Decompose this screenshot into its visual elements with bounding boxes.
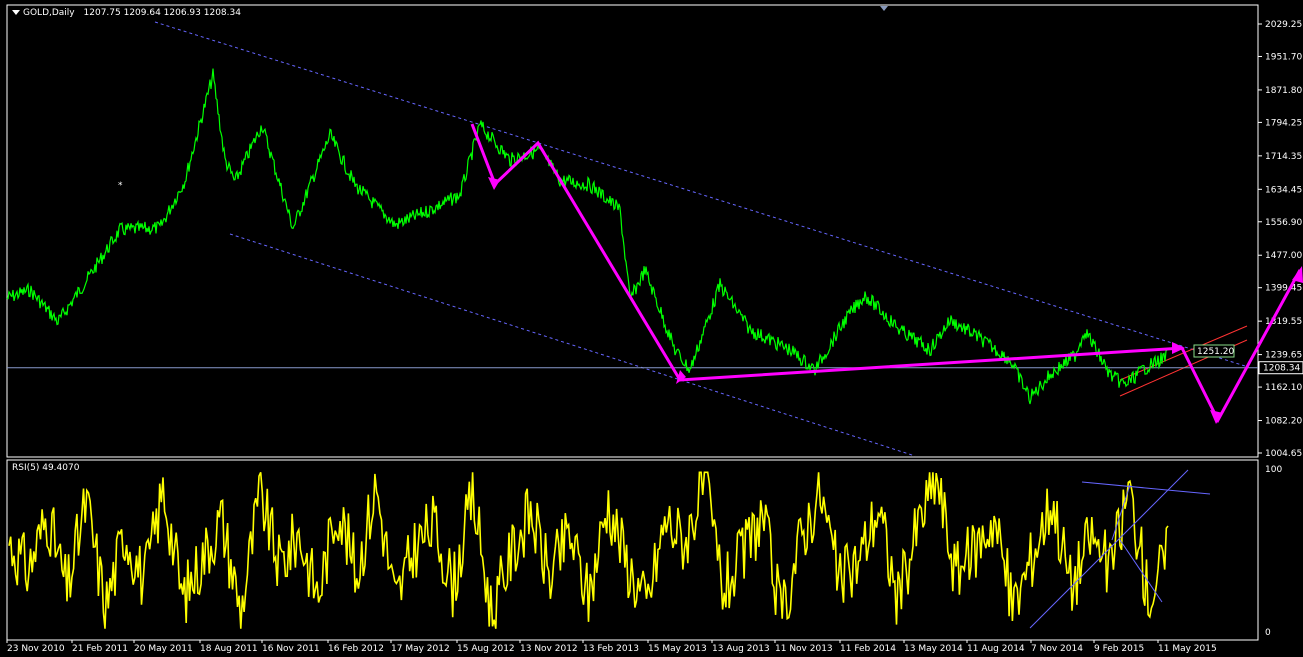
- symbol-label: GOLD,Daily: [23, 8, 75, 18]
- lower-channel-line: [229, 233, 916, 457]
- price-tick-label: 1871.80: [1265, 86, 1302, 96]
- date-axis-label: 16 Feb 2012: [328, 644, 384, 654]
- price-tick-label: 1477.00: [1265, 251, 1302, 261]
- price-marker-star: *: [118, 181, 123, 191]
- date-axis-label: 15 Aug 2012: [457, 644, 515, 654]
- chart-canvas[interactable]: 2029.25 1951.70 1871.80 1794.25 1714.35 1634.…: [0, 0, 1303, 657]
- projection-path: [470, 123, 1302, 424]
- rsi-trendline-falling: [1119, 539, 1163, 603]
- price-series-line: [6, 68, 1168, 405]
- price-tick-label: 1399.45: [1265, 284, 1302, 294]
- price-tick-label: 1556.90: [1265, 218, 1302, 228]
- annotation-label: 1251.20: [1197, 347, 1234, 357]
- date-axis-label: 11 Nov 2013: [775, 644, 833, 654]
- price-tick-label: 1951.70: [1265, 52, 1302, 62]
- price-tick-label: 1004.65: [1265, 449, 1302, 459]
- chart-header: GOLD,Daily 1207.75 1209.64 1206.93 1208.…: [12, 8, 241, 18]
- rsi-panel-frame: [6, 459, 1259, 641]
- price-tick-label: 1082.20: [1265, 417, 1302, 427]
- date-axis-label: 17 May 2012: [391, 644, 450, 654]
- dropdown-triangle-icon[interactable]: [12, 10, 20, 15]
- date-axis-label: 23 Nov 2010: [7, 644, 65, 654]
- rsi-trendline-rising: [1029, 469, 1189, 629]
- date-axis-label: 13 Nov 2012: [520, 644, 578, 654]
- price-tick-label: 2029.25: [1265, 20, 1302, 30]
- date-axis-label: 11 Feb 2014: [840, 644, 896, 654]
- shift-marker-icon: [880, 6, 888, 11]
- current-price-label: 1208.34: [1263, 364, 1300, 374]
- rsi-trendline-small: [1111, 484, 1131, 541]
- rsi-series-line: [8, 471, 1169, 629]
- price-tick-label: 1714.35: [1265, 152, 1302, 162]
- date-axis-label: 16 Nov 2011: [262, 644, 320, 654]
- upper-channel-line: [154, 21, 1246, 367]
- date-axis-label: 21 Feb 2011: [72, 644, 128, 654]
- date-axis-label: 11 Aug 2014: [967, 644, 1025, 654]
- date-axis-label: 9 Feb 2015: [1094, 644, 1144, 654]
- ohlc-values: 1207.75 1209.64 1206.93 1208.34: [83, 8, 241, 18]
- date-axis-label: 18 Aug 2011: [200, 644, 258, 654]
- price-tick-label: 1634.45: [1265, 185, 1302, 195]
- price-tick-label: 1794.25: [1265, 118, 1302, 128]
- date-axis-label: 15 May 2013: [648, 644, 707, 654]
- date-axis-label: 13 Aug 2013: [712, 644, 770, 654]
- date-axis-label: 20 May 2011: [134, 644, 193, 654]
- terminal-chart-window: 2029.25 1951.70 1871.80 1794.25 1714.35 1634.…: [0, 0, 1303, 657]
- price-panel-frame: [6, 4, 1259, 458]
- date-axis-label: 11 May 2015: [1158, 644, 1217, 654]
- rsi-scale-top: 100: [1265, 465, 1282, 475]
- price-tick-label: 1239.65: [1265, 351, 1302, 361]
- date-axis-label: 7 Nov 2014: [1031, 644, 1083, 654]
- rsi-trendline-top: [1081, 481, 1211, 495]
- price-tick-label: 1162.10: [1265, 383, 1302, 393]
- rsi-label: RSI(5) 49.4070: [12, 463, 80, 473]
- rsi-scale-bottom: 0: [1265, 628, 1271, 638]
- date-axis-label: 13 Feb 2013: [583, 644, 639, 654]
- date-axis-label: 13 May 2014: [904, 644, 963, 654]
- rsi-header: RSI(5) 49.4070: [12, 463, 79, 473]
